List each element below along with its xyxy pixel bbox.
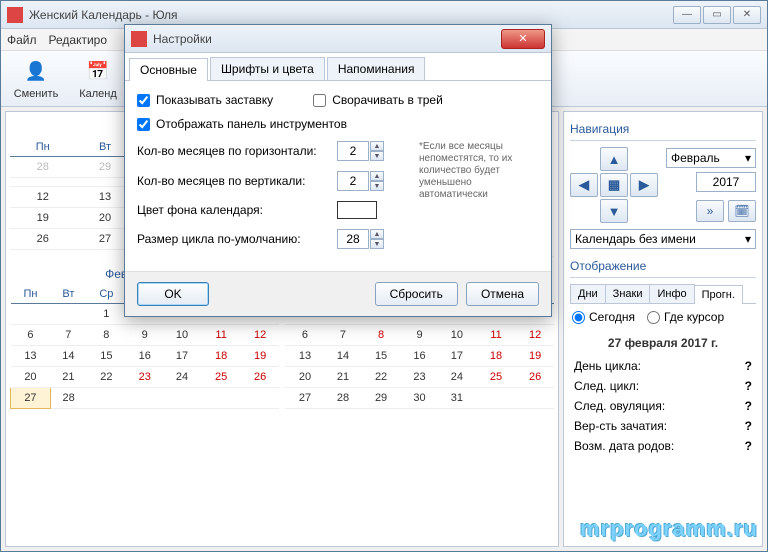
arrow-down-icon[interactable]: ▼ bbox=[600, 199, 628, 223]
sidebar: Навигация ▲ ◀▦▶ ▼ Февраль▾ 2017 » 🗓 К bbox=[563, 111, 763, 547]
nav-mini-cal-button[interactable]: 🗓 bbox=[728, 200, 756, 222]
tab-signs[interactable]: Знаки bbox=[605, 284, 651, 303]
info-due-date: Возм. дата родов:? bbox=[570, 436, 756, 456]
chk-tray[interactable] bbox=[313, 94, 326, 107]
tab-main[interactable]: Основные bbox=[129, 58, 208, 81]
arrow-left-icon[interactable]: ◀ bbox=[570, 173, 598, 197]
app-icon bbox=[7, 7, 23, 23]
reset-button[interactable]: Сбросить bbox=[375, 282, 458, 306]
info-next-ovul: След. овуляция:? bbox=[570, 396, 756, 416]
calendar-icon: 📅 bbox=[84, 58, 112, 86]
month-select[interactable]: Февраль▾ bbox=[666, 148, 756, 168]
calendar-name-select[interactable]: Календарь без имени▾ bbox=[570, 229, 756, 249]
ok-button[interactable]: OK bbox=[137, 282, 209, 306]
spinner-vert[interactable]: ▲▼ bbox=[337, 171, 384, 191]
settings-dialog: Настройки ✕ Основные Шрифты и цвета Напо… bbox=[124, 24, 552, 317]
color-picker[interactable] bbox=[337, 201, 377, 219]
spin-up-icon[interactable]: ▲ bbox=[370, 171, 384, 181]
window-title: Женский Календарь - Юля bbox=[29, 8, 671, 22]
app-icon bbox=[131, 31, 147, 47]
dialog-title: Настройки bbox=[153, 32, 501, 46]
spin-up-icon[interactable]: ▲ bbox=[370, 141, 384, 151]
spinner-cycle[interactable]: ▲▼ bbox=[337, 229, 384, 249]
close-button[interactable]: ✕ bbox=[733, 6, 761, 24]
menu-file[interactable]: Файл bbox=[7, 33, 37, 47]
arrow-center-icon[interactable]: ▦ bbox=[600, 173, 628, 197]
info-cycle-day: День цикла:? bbox=[570, 356, 756, 376]
label-cycle: Размер цикла по-умолчанию: bbox=[137, 232, 337, 246]
info-next-cycle: След. цикл:? bbox=[570, 376, 756, 396]
note-text: *Если все месяцы непоместятся, то их кол… bbox=[419, 141, 539, 201]
tab-reminders[interactable]: Напоминания bbox=[327, 57, 426, 80]
nav-title: Навигация bbox=[570, 118, 756, 141]
chevron-down-icon: ▾ bbox=[745, 232, 751, 246]
menu-edit[interactable]: Редактиро bbox=[49, 33, 108, 47]
dialog-titlebar: Настройки ✕ bbox=[125, 25, 551, 53]
year-input[interactable]: 2017 bbox=[696, 172, 756, 192]
chevron-down-icon: ▾ bbox=[745, 151, 751, 165]
chk-toolbar[interactable] bbox=[137, 118, 150, 131]
label-horiz: Кол-во месяцев по горизонтали: bbox=[137, 144, 337, 158]
label-vert: Кол-во месяцев по вертикали: bbox=[137, 174, 337, 188]
dialog-close-button[interactable]: ✕ bbox=[501, 29, 545, 49]
cancel-button[interactable]: Отмена bbox=[466, 282, 539, 306]
arrow-up-icon[interactable]: ▲ bbox=[600, 147, 628, 171]
spin-down-icon[interactable]: ▼ bbox=[370, 181, 384, 191]
tab-info[interactable]: Инфо bbox=[649, 284, 694, 303]
spin-down-icon[interactable]: ▼ bbox=[370, 239, 384, 249]
dialog-tabs: Основные Шрифты и цвета Напоминания bbox=[125, 53, 551, 81]
display-title: Отображение bbox=[570, 255, 756, 278]
user-icon: 👤 bbox=[22, 58, 50, 86]
nav-arrows: ▲ ◀▦▶ ▼ bbox=[570, 147, 658, 223]
tool-calendar[interactable]: 📅 Календ bbox=[69, 55, 127, 103]
tab-fonts[interactable]: Шрифты и цвета bbox=[210, 57, 325, 80]
arrow-right-icon[interactable]: ▶ bbox=[630, 173, 658, 197]
info-conception: Вер-сть зачатия:? bbox=[570, 416, 756, 436]
minimize-button[interactable]: — bbox=[673, 6, 701, 24]
label-bgcolor: Цвет фона календаря: bbox=[137, 203, 337, 217]
spin-up-icon[interactable]: ▲ bbox=[370, 229, 384, 239]
radio-cursor[interactable]: Где курсор bbox=[647, 310, 724, 324]
tool-change[interactable]: 👤 Сменить bbox=[7, 55, 65, 103]
spin-down-icon[interactable]: ▼ bbox=[370, 151, 384, 161]
display-tabs: Дни Знаки Инфо Прогн. bbox=[570, 284, 756, 304]
spinner-horiz[interactable]: ▲▼ bbox=[337, 141, 384, 161]
info-date: 27 февраля 2017 г. bbox=[570, 330, 756, 356]
maximize-button[interactable]: ▭ bbox=[703, 6, 731, 24]
tab-days[interactable]: Дни bbox=[570, 284, 606, 303]
nav-fast-forward-button[interactable]: » bbox=[696, 200, 724, 222]
tab-prognosis[interactable]: Прогн. bbox=[694, 285, 743, 304]
chk-splash[interactable] bbox=[137, 94, 150, 107]
radio-today[interactable]: Сегодня bbox=[572, 310, 635, 324]
